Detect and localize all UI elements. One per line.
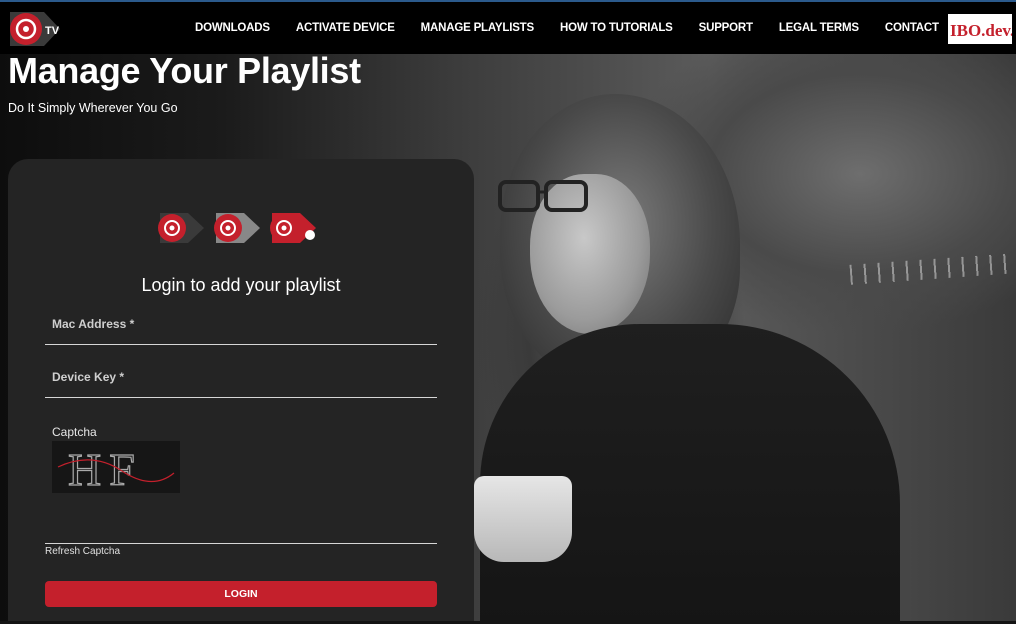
- page-subtitle: Do It Simply Wherever You Go: [8, 101, 178, 115]
- refresh-captcha-link[interactable]: Refresh Captcha: [45, 546, 120, 557]
- login-button[interactable]: LOGIN: [45, 581, 437, 607]
- brand-text: IBO.dev.: [950, 21, 1012, 40]
- nav-item-contact[interactable]: CONTACT: [885, 22, 939, 34]
- photo-mug: [474, 476, 572, 562]
- logo-text: TV: [45, 25, 60, 37]
- captcha-label: Captcha: [52, 425, 97, 439]
- captcha-input-field[interactable]: [45, 511, 441, 545]
- main-nav: DOWNLOADS ACTIVATE DEVICE MANAGE PLAYLIS…: [182, 2, 952, 54]
- mac-address-field[interactable]: Mac Address *: [45, 313, 441, 346]
- ibo-dev-brand-logo[interactable]: IBO.dev.: [948, 14, 1012, 44]
- login-card: Login to add your playlist Mac Address *…: [8, 159, 474, 621]
- nav-item-downloads[interactable]: DOWNLOADS: [195, 22, 270, 34]
- device-key-input[interactable]: [45, 366, 441, 399]
- nav-item-support[interactable]: SUPPORT: [699, 22, 753, 34]
- nav-item-how-to-tutorials[interactable]: HOW TO TUTORIALS: [560, 22, 673, 34]
- tv-logo-icon[interactable]: TV: [8, 10, 62, 48]
- nav-item-manage-playlists[interactable]: MANAGE PLAYLISTS: [421, 22, 535, 34]
- app-logos-icon: [158, 213, 316, 243]
- captcha-input[interactable]: [45, 511, 441, 545]
- photo-glasses: [498, 180, 588, 212]
- nav-item-legal-terms[interactable]: LEGAL TERMS: [779, 22, 859, 34]
- page-title: Manage Your Playlist: [8, 50, 361, 91]
- top-navbar: TV DOWNLOADS ACTIVATE DEVICE MANAGE PLAY…: [0, 0, 1016, 54]
- photo-hoodie: [480, 324, 900, 624]
- device-key-field[interactable]: Device Key *: [45, 366, 441, 399]
- login-title: Login to add your playlist: [141, 275, 341, 295]
- mac-address-input[interactable]: [45, 313, 441, 346]
- captcha-image: HF: [52, 441, 180, 493]
- photo-string-lights: [849, 253, 1016, 285]
- captcha-text: HF: [68, 444, 143, 493]
- nav-item-activate-device[interactable]: ACTIVATE DEVICE: [296, 22, 395, 34]
